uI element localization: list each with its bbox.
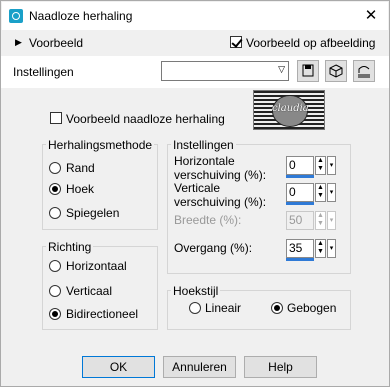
window-title: Naadloze herhaling: [29, 9, 133, 23]
save-icon: [302, 64, 314, 77]
logo-text: claudia: [272, 103, 309, 114]
spin-arrows-icon[interactable]: ▲ ▼: [315, 183, 326, 202]
direction-radio-horizontaal[interactable]: [49, 260, 61, 272]
dialog-window: Naadloze herhaling ✕ ▶ Voorbeeld Voorbee…: [0, 0, 390, 387]
direction-label-verticaal: Verticaal: [66, 284, 113, 298]
seamless-preview-checkbox[interactable]: [50, 112, 62, 124]
method-radio-rand[interactable]: [49, 162, 61, 174]
vertical-offset-label: Verticale verschuiving (%):: [174, 181, 267, 209]
settings-group-title: Instellingen: [171, 138, 236, 152]
help-button[interactable]: Help: [244, 356, 317, 378]
vertical-offset-input[interactable]: 0: [286, 183, 314, 202]
save-preset-button[interactable]: [297, 60, 319, 82]
preset-dropdown[interactable]: ▽: [161, 61, 289, 81]
cancel-button[interactable]: Annuleren: [163, 356, 236, 378]
corner-label-lineair: Lineair: [205, 301, 242, 315]
title-bar: Naadloze herhaling ✕: [2, 2, 388, 30]
method-radio-hoek[interactable]: [49, 183, 61, 195]
method-radio-spiegelen[interactable]: [49, 207, 61, 219]
method-label-hoek: Hoek: [66, 182, 95, 196]
spin-arrows-icon[interactable]: ▲ ▼: [315, 156, 326, 175]
horizontal-offset-bar: [286, 175, 314, 178]
horizontal-offset-input[interactable]: 0: [286, 156, 314, 175]
corner-label-gebogen: Gebogen: [287, 301, 337, 315]
dropdown-arrow-icon[interactable]: ▾: [327, 239, 336, 258]
direction-label-horizontaal: Horizontaal: [66, 259, 127, 273]
transition-bar: [286, 258, 314, 261]
corner-style-title: Hoekstijl: [171, 284, 221, 298]
direction-radio-verticaal[interactable]: [49, 285, 61, 297]
direction-label-bidirectioneel: Bidirectioneel: [66, 307, 139, 321]
horizontal-offset-label: Horizontale verschuiving (%):: [174, 154, 267, 182]
settings-row-label: Instellingen: [13, 65, 74, 79]
method-label-spiegelen: Spiegelen: [66, 206, 120, 220]
voorbeeld-toggle[interactable]: Voorbeeld: [29, 36, 83, 50]
dropdown-arrow-icon: ▾: [327, 211, 336, 230]
width-input: 50: [286, 211, 314, 230]
transition-input[interactable]: 35: [286, 239, 314, 258]
vertical-offset-spinner[interactable]: 0 ▲ ▼ ▾: [286, 183, 342, 205]
corner-radio-gebogen[interactable]: [271, 302, 283, 314]
transition-spinner[interactable]: 35 ▲ ▼ ▾: [286, 239, 342, 261]
corner-radio-lineair[interactable]: [189, 302, 201, 314]
width-label: Breedte (%):: [174, 213, 242, 227]
method-label-rand: Rand: [66, 161, 95, 175]
horizontal-offset-spinner[interactable]: 0 ▲ ▼ ▾: [286, 156, 342, 178]
direction-radio-bidirectioneel[interactable]: [49, 308, 61, 320]
resource-button[interactable]: [325, 60, 347, 82]
chevron-down-icon: ▽: [278, 64, 285, 74]
width-spinner: 50 ▲ ▼ ▾: [286, 211, 342, 230]
preview-on-image-checkbox[interactable]: [230, 36, 242, 48]
expand-preview-icon[interactable]: ▶: [15, 37, 22, 48]
spin-arrows-icon: ▲ ▼: [315, 211, 326, 230]
dropdown-arrow-icon[interactable]: ▾: [327, 183, 336, 202]
cube-icon: [329, 64, 343, 78]
seamless-preview-label: Voorbeeld naadloze herhaling: [66, 112, 225, 126]
close-button[interactable]: ✕: [358, 5, 384, 27]
preview-on-image-label: Voorbeeld op afbeelding: [246, 36, 376, 50]
method-group-title: Herhalingsmethode: [46, 138, 155, 152]
spin-arrows-icon[interactable]: ▲ ▼: [315, 239, 326, 258]
dropdown-arrow-icon[interactable]: ▾: [327, 156, 336, 175]
reset-icon: [358, 66, 370, 78]
vertical-offset-bar: [286, 202, 314, 205]
preview-thumbnail: claudia: [253, 90, 325, 130]
direction-group-title: Richting: [46, 240, 94, 254]
app-icon: [9, 9, 23, 23]
ok-button[interactable]: OK: [82, 356, 155, 378]
reset-button[interactable]: [353, 60, 375, 82]
transition-label: Overgang (%):: [174, 241, 253, 255]
